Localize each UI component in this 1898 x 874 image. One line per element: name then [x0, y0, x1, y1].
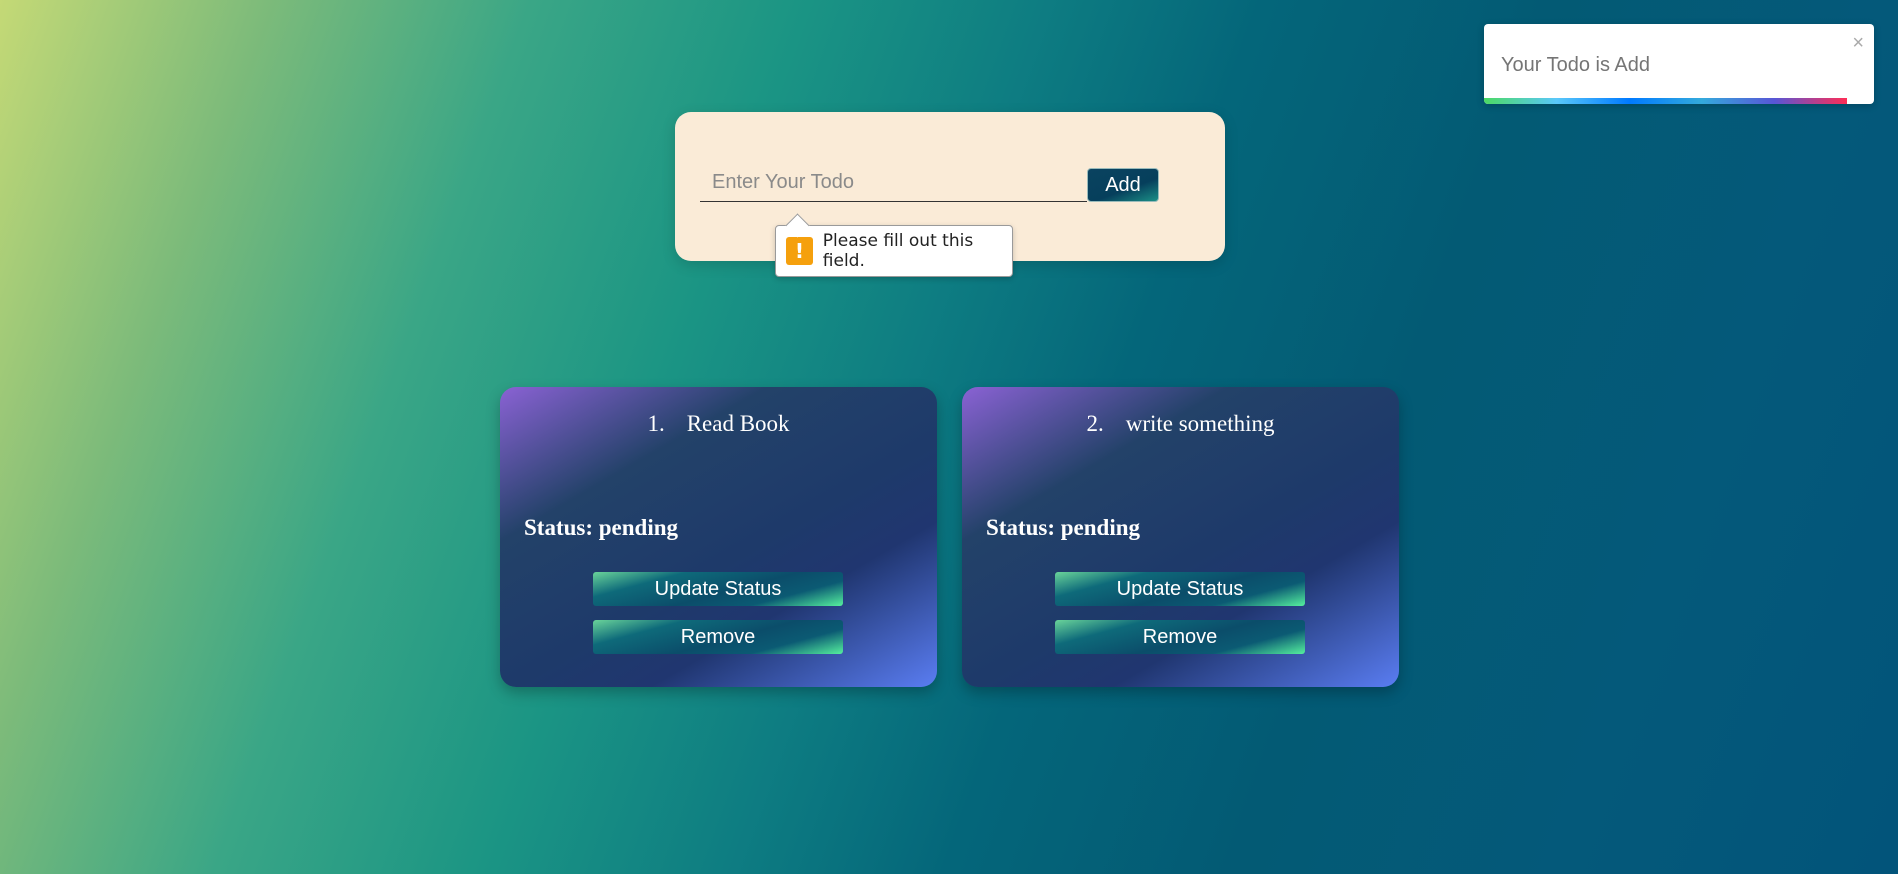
remove-button[interactable]: Remove — [1055, 620, 1305, 654]
validation-tooltip: ! Please fill out this field. — [775, 213, 1013, 277]
toast-message: Your Todo is Add — [1501, 54, 1651, 76]
toast-progress-bar — [1484, 98, 1847, 104]
warning-icon: ! — [786, 237, 813, 265]
validation-message: Please fill out this field. — [822, 231, 974, 271]
todo-card: 1. Read Book Status: pending Update Statu… — [500, 387, 937, 687]
add-button[interactable]: Add — [1087, 168, 1159, 202]
todo-text: Read Book — [686, 411, 790, 436]
todo-number: 1. — [647, 411, 665, 436]
todo-title: 1. Read Book — [500, 411, 937, 437]
todo-title: 2. write something — [962, 411, 1399, 437]
close-icon[interactable]: × — [1852, 32, 1864, 55]
todo-number: 2. — [1086, 411, 1104, 436]
toast-notification: Your Todo is Add × — [1484, 24, 1874, 104]
update-status-button[interactable]: Update Status — [1055, 572, 1305, 606]
todo-card: 2. write something Status: pending Update… — [962, 387, 1399, 687]
todo-status: Status: pending — [524, 515, 679, 540]
update-status-button[interactable]: Update Status — [593, 572, 843, 606]
remove-button[interactable]: Remove — [593, 620, 843, 654]
todo-status: Status: pending — [986, 515, 1141, 540]
todo-input[interactable] — [700, 163, 1087, 202]
todo-text: write something — [1125, 411, 1275, 436]
